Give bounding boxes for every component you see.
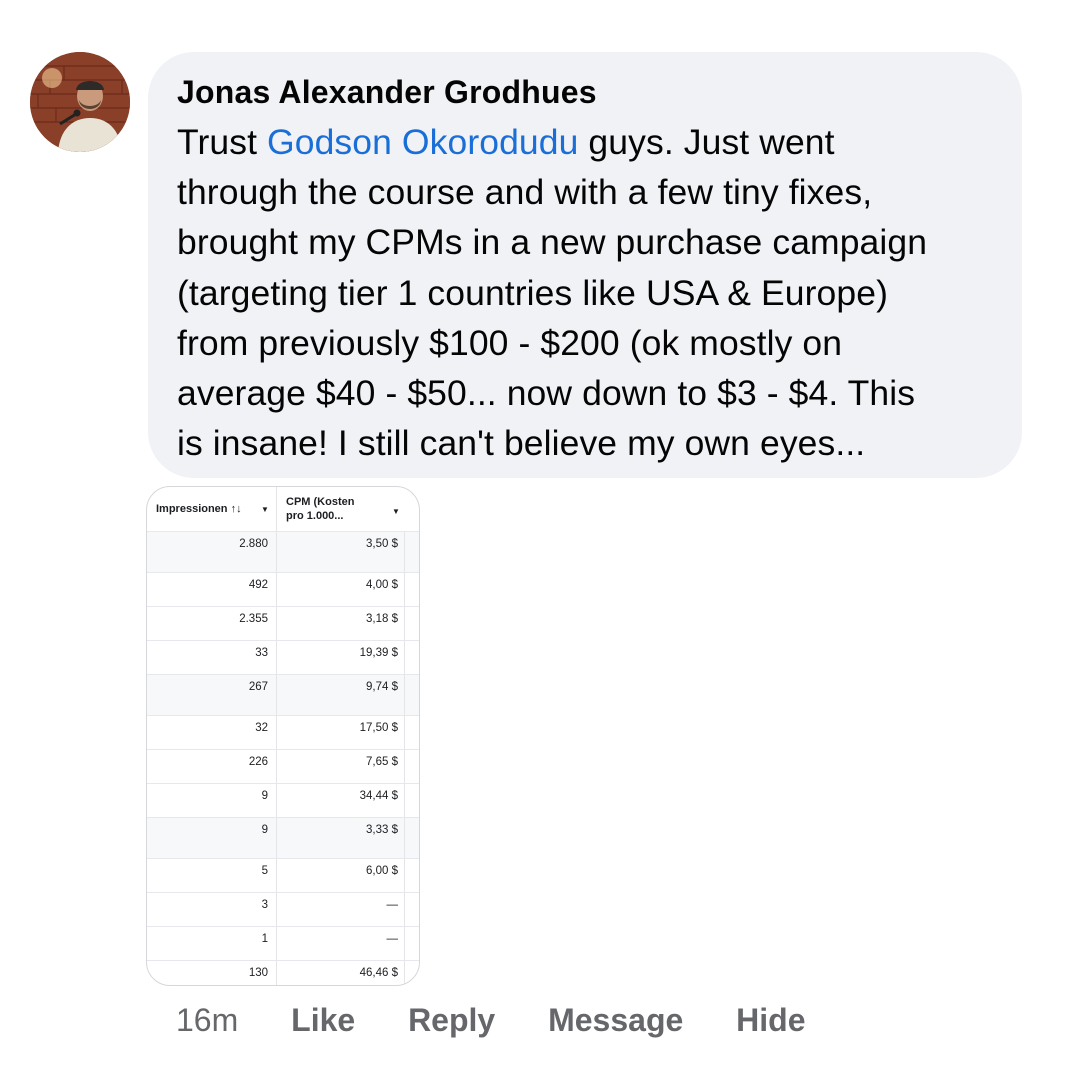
- impressions-value: 5: [261, 865, 268, 877]
- comment-text-rest: guys. Just went through the course and w…: [177, 122, 928, 464]
- impressions-cell: 492: [147, 573, 277, 606]
- table-row: 32 17,50 $: [147, 715, 419, 749]
- cpm-cell: 3,18 $: [277, 607, 405, 640]
- impressions-value: 2.355: [239, 613, 268, 625]
- cpm-value: 46,46 $: [359, 967, 398, 979]
- cpm-cell: —: [277, 927, 405, 960]
- column-header-impressions-label: Impressionen ↑↓: [156, 503, 242, 515]
- cpm-cell: 6,00 $: [277, 859, 405, 892]
- cpm-value: 3,33 $: [366, 824, 398, 836]
- impressions-value: 9: [261, 824, 268, 836]
- impressions-value: 9: [261, 790, 268, 802]
- table-row: 33 19,39 $: [147, 640, 419, 674]
- impressions-cell: 226: [147, 750, 277, 783]
- impressions-value: 1: [261, 933, 268, 945]
- impressions-cell: 1: [147, 927, 277, 960]
- table-row: 492 4,00 $: [147, 572, 419, 606]
- table-row: 267 9,74 $: [147, 674, 419, 715]
- impressions-cell: 32: [147, 716, 277, 749]
- impressions-cell: 130: [147, 961, 277, 985]
- cpm-cell: 19,39 $: [277, 641, 405, 674]
- cpm-cell: 7,65 $: [277, 750, 405, 783]
- cpm-cell: 34,44 $: [277, 784, 405, 817]
- like-button[interactable]: Like: [291, 1002, 355, 1038]
- comment-screen: Jonas Alexander Grodhues Trust Godson Ok…: [0, 0, 1080, 1080]
- column-header-impressions: Impressionen ↑↓ ▼: [147, 487, 277, 531]
- comment-text-start: Trust: [177, 122, 268, 162]
- impressions-value: 267: [248, 681, 268, 693]
- comment-timestamp[interactable]: 16m: [176, 1002, 238, 1038]
- impressions-value: 130: [248, 967, 268, 979]
- comment-bubble: Jonas Alexander Grodhues Trust Godson Ok…: [148, 52, 1022, 478]
- cpm-value: 19,39 $: [359, 647, 398, 659]
- comment-text: Trust Godson Okorodudu guys. Just went t…: [177, 117, 994, 468]
- impressions-cell: 267: [147, 675, 277, 715]
- impressions-cell: 9: [147, 818, 277, 858]
- mention-link[interactable]: Godson Okorodudu: [267, 122, 578, 162]
- impressions-cell: 2.880: [147, 532, 277, 572]
- impressions-value: 226: [248, 756, 268, 768]
- table-row: 2.880 3,50 $: [147, 531, 419, 572]
- column-header-cpm: CPM (Kosten pro 1.000... ▼: [277, 487, 419, 531]
- impressions-value: 2.880: [239, 538, 268, 550]
- cpm-value: 9,74 $: [366, 681, 398, 693]
- cpm-cell: 3,50 $: [277, 532, 405, 572]
- comment-author[interactable]: Jonas Alexander Grodhues: [177, 72, 994, 112]
- cpm-cell: 3,33 $: [277, 818, 405, 858]
- cpm-value: —: [386, 933, 399, 945]
- message-button[interactable]: Message: [548, 1002, 683, 1038]
- impressions-cell: 9: [147, 784, 277, 817]
- impressions-value: 33: [255, 647, 268, 659]
- cpm-value: 17,50 $: [359, 722, 398, 734]
- cpm-cell: 17,50 $: [277, 716, 405, 749]
- attached-image[interactable]: Impressionen ↑↓ ▼ CPM (Kosten pro 1.000.…: [146, 486, 420, 986]
- table-row: 130 46,46 $: [147, 960, 419, 985]
- comment-actions: 16m Like Reply Message Hide: [176, 998, 806, 1042]
- cpm-value: 34,44 $: [359, 790, 398, 802]
- table-row: 9 34,44 $: [147, 783, 419, 817]
- caret-down-icon: ▼: [392, 507, 400, 516]
- reply-button[interactable]: Reply: [408, 1002, 495, 1038]
- cpm-value: 6,00 $: [366, 865, 398, 877]
- caret-down-icon: ▼: [261, 505, 269, 514]
- cpm-value: 3,50 $: [366, 538, 398, 550]
- table-row: 5 6,00 $: [147, 858, 419, 892]
- cpm-value: 3,18 $: [366, 613, 398, 625]
- impressions-cell: 5: [147, 859, 277, 892]
- impressions-cell: 33: [147, 641, 277, 674]
- cpm-cell: 4,00 $: [277, 573, 405, 606]
- cpm-cell: 46,46 $: [277, 961, 405, 985]
- table-header: Impressionen ↑↓ ▼ CPM (Kosten pro 1.000.…: [147, 487, 419, 531]
- impressions-value: 32: [255, 722, 268, 734]
- table-row: 2.355 3,18 $: [147, 606, 419, 640]
- cpm-value: —: [386, 899, 399, 911]
- cpm-value: 4,00 $: [366, 579, 398, 591]
- impressions-cell: 3: [147, 893, 277, 926]
- cpm-value: 7,65 $: [366, 756, 398, 768]
- avatar[interactable]: [30, 52, 130, 152]
- cpm-cell: —: [277, 893, 405, 926]
- avatar-photo: [30, 52, 130, 152]
- impressions-value: 3: [261, 899, 268, 911]
- table-row: 9 3,33 $: [147, 817, 419, 858]
- table-row: 3—: [147, 892, 419, 926]
- cpm-cell: 9,74 $: [277, 675, 405, 715]
- table-row: 1—: [147, 926, 419, 960]
- hide-button[interactable]: Hide: [736, 1002, 805, 1038]
- table-row: 226 7,65 $: [147, 749, 419, 783]
- impressions-value: 492: [248, 579, 268, 591]
- impressions-cell: 2.355: [147, 607, 277, 640]
